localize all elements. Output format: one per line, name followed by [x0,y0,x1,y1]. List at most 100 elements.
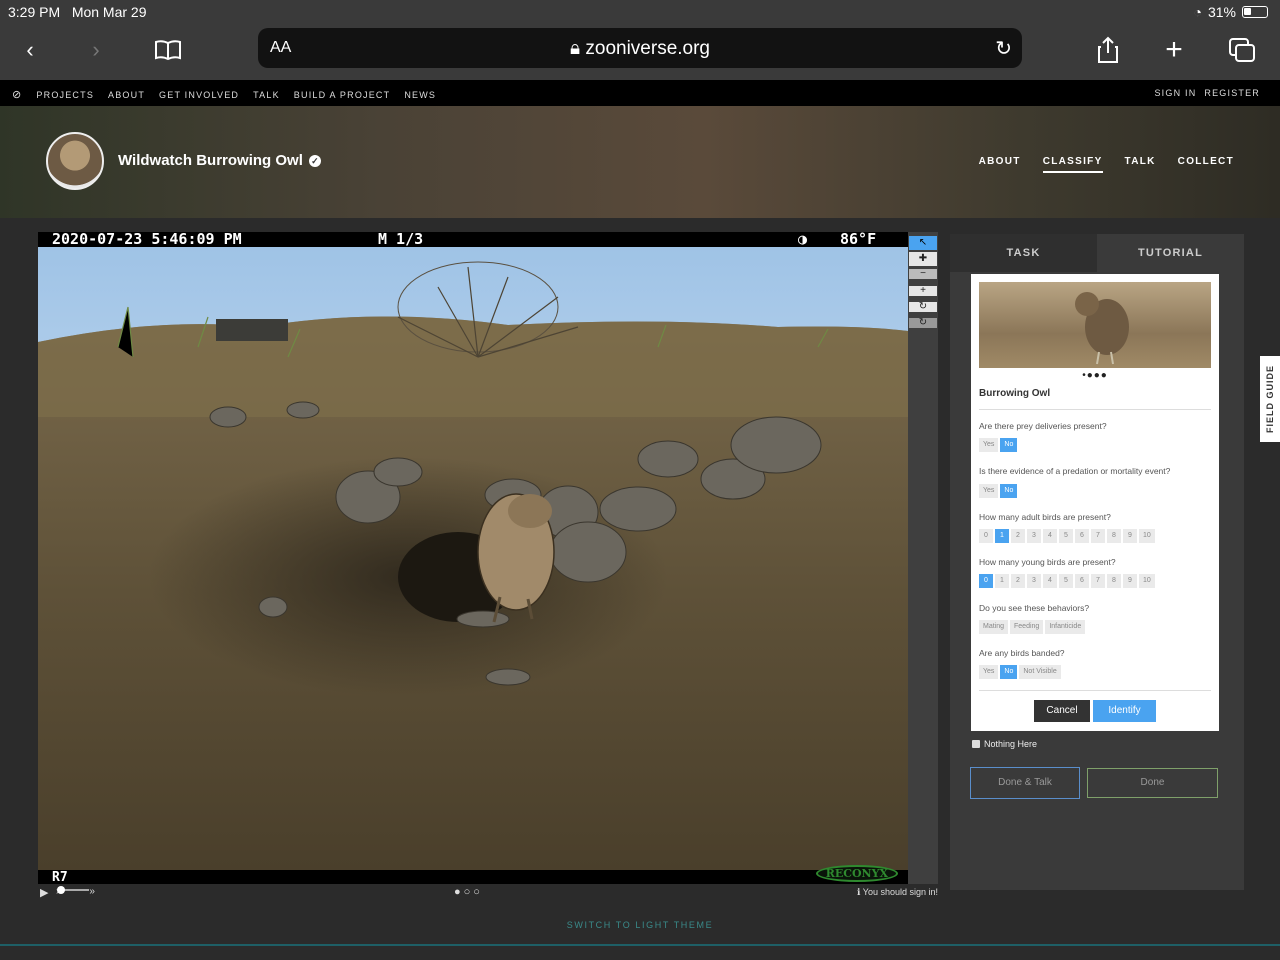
behavior-feeding-option[interactable]: Feeding [1010,620,1044,634]
nav-projects[interactable]: PROJECTS [36,90,94,100]
share-icon[interactable] [1092,36,1124,64]
verified-icon: ✓ [308,155,321,167]
tabs-icon[interactable] [1226,36,1258,64]
adult-count-option[interactable]: 6 [1075,529,1089,543]
young-count-option[interactable]: 1 [995,574,1009,588]
adult-count-option[interactable]: 9 [1123,529,1137,543]
pointer-tool-button[interactable]: ↖ [909,236,937,250]
cancel-button[interactable]: Cancel [1034,700,1090,722]
register-link[interactable]: REGISTER [1204,88,1260,98]
species-name: Burrowing Owl [979,388,1051,399]
sign-in-link[interactable]: SIGN IN [1154,88,1196,98]
tab-tutorial[interactable]: TUTORIAL [1097,234,1244,272]
species-photo [979,282,1211,368]
reset-button[interactable]: ↻ [909,318,937,328]
young-count-option[interactable]: 4 [1043,574,1057,588]
question-predation-event: Is there evidence of a predation or mort… [979,466,1171,476]
camera-stamp: 2020-07-23 5:46:09 PM M 1/3 ◑ 86°F [38,232,908,247]
project-header: Wildwatch Burrowing Owl ✓ ABOUT CLASSIFY … [0,106,1280,218]
young-count-option[interactable]: 2 [1011,574,1025,588]
adult-count-option[interactable]: 10 [1139,529,1155,543]
species-photo-dots[interactable]: •●●● [971,370,1219,381]
project-nav-classify[interactable]: CLASSIFY [1042,156,1103,173]
banded-not-visible-option[interactable]: Not Visible [1019,665,1061,679]
address-bar[interactable]: AA 🔒︎ zooniverse.org ↻ [258,28,1022,68]
adult-count-option[interactable]: 0 [979,529,993,543]
nav-get-involved[interactable]: GET INVOLVED [159,90,239,100]
new-tab-icon[interactable]: + [1158,33,1190,66]
behavior-infanticide-option[interactable]: Infanticide [1045,620,1086,634]
camera-footer: R7 RECONYX [38,865,908,885]
project-nav-about[interactable]: ABOUT [979,156,1021,173]
banded-no-option[interactable]: No [1000,665,1018,679]
reload-icon[interactable]: ↻ [995,36,1012,61]
young-count-option[interactable]: 5 [1059,574,1073,588]
lock-icon: 🔒︎ [569,38,581,59]
done-button[interactable]: Done [1087,768,1218,798]
browser-toolbar: ‹ › AA 🔒︎ zooniverse.org ↻ + [0,24,1280,80]
subject-image[interactable] [38,247,908,870]
frame-dots[interactable]: ●○○ [454,886,483,898]
predation-no-option[interactable]: No [1000,484,1018,498]
young-count-option[interactable]: 9 [1123,574,1137,588]
move-tool-button[interactable]: ✚ [909,252,937,266]
young-count-option[interactable]: 0 [979,574,993,588]
adult-count-option[interactable]: 4 [1043,529,1057,543]
predation-yes-option[interactable]: Yes [979,484,999,498]
back-icon[interactable]: ‹ [14,36,46,64]
young-count-option[interactable]: 8 [1107,574,1121,588]
tab-task[interactable]: TASK [950,234,1097,272]
play-icon[interactable]: ▶ [40,886,48,899]
camera-temperature: 86°F [840,230,877,248]
rotate-button[interactable]: ↻ [909,302,937,312]
checkbox-icon[interactable] [972,740,980,748]
nav-talk[interactable]: TALK [253,90,280,100]
adult-count-option[interactable]: 5 [1059,529,1073,543]
battery-indicator: ◔ 31% [1194,4,1268,20]
nav-news[interactable]: NEWS [404,90,436,100]
camera-frame: M 1/3 [378,230,424,248]
zoom-in-button[interactable]: + [909,286,937,296]
zoom-out-button[interactable]: − [909,269,937,279]
young-count-option[interactable]: 6 [1075,574,1089,588]
question-behaviors: Do you see these behaviors? [979,603,1090,613]
status-bar: 3:29 PM Mon Mar 29 ◔ 31% [0,0,1280,24]
field-guide-tab[interactable]: FIELD GUIDE [1260,356,1280,442]
project-nav-collect[interactable]: COLLECT [1178,156,1234,173]
adult-count-option[interactable]: 3 [1027,529,1041,543]
subject-viewer[interactable]: 2020-07-23 5:46:09 PM M 1/3 ◑ 86°F R7 RE… [38,232,908,885]
adult-count-option[interactable]: 2 [1011,529,1025,543]
prey-no-option[interactable]: No [1000,438,1018,452]
forward-icon[interactable]: › [80,36,112,64]
adult-count-option[interactable]: 1 [995,529,1009,543]
young-count-option[interactable]: 3 [1027,574,1041,588]
young-count-option[interactable]: 10 [1139,574,1155,588]
prey-yes-option[interactable]: Yes [979,438,999,452]
nothing-here-checkbox[interactable]: Nothing Here [972,739,1037,749]
camera-timestamp: 2020-07-23 5:46:09 PM [52,230,242,248]
banded-yes-option[interactable]: Yes [979,665,999,679]
bookmarks-icon[interactable] [152,36,184,64]
viewer-toolbar: ↖ ✚ − + ↻ ↻ [908,232,938,884]
nothing-here-label: Nothing Here [984,739,1038,749]
young-count-option[interactable]: 7 [1091,574,1105,588]
project-avatar[interactable] [46,132,104,190]
sign-in-note: ℹ You should sign in! [857,887,938,897]
battery-percent: 31% [1207,4,1236,20]
done-and-talk-button[interactable]: Done & Talk [970,767,1080,799]
switch-theme-link[interactable]: SWITCH TO LIGHT THEME [0,920,1280,930]
nav-build-a-project[interactable]: BUILD A PROJECT [294,90,391,100]
project-title[interactable]: Wildwatch Burrowing Owl ✓ [118,152,321,169]
footer-divider [0,944,1280,946]
species-card: •●●● Burrowing Owl Are there prey delive… [971,274,1219,731]
behavior-mating-option[interactable]: Mating [979,620,1009,634]
identify-button[interactable]: Identify [1093,700,1156,722]
question-adult-birds: How many adult birds are present? [979,512,1111,522]
adult-count-option[interactable]: 8 [1107,529,1121,543]
adult-count-option[interactable]: 7 [1091,529,1105,543]
reconyx-logo: RECONYX [815,865,898,882]
zooniverse-logo-icon[interactable]: ⊘ [12,88,22,101]
project-nav-talk[interactable]: TALK [1125,156,1156,173]
nav-about[interactable]: ABOUT [108,90,145,100]
frame-slider[interactable]: ›» [56,886,95,897]
